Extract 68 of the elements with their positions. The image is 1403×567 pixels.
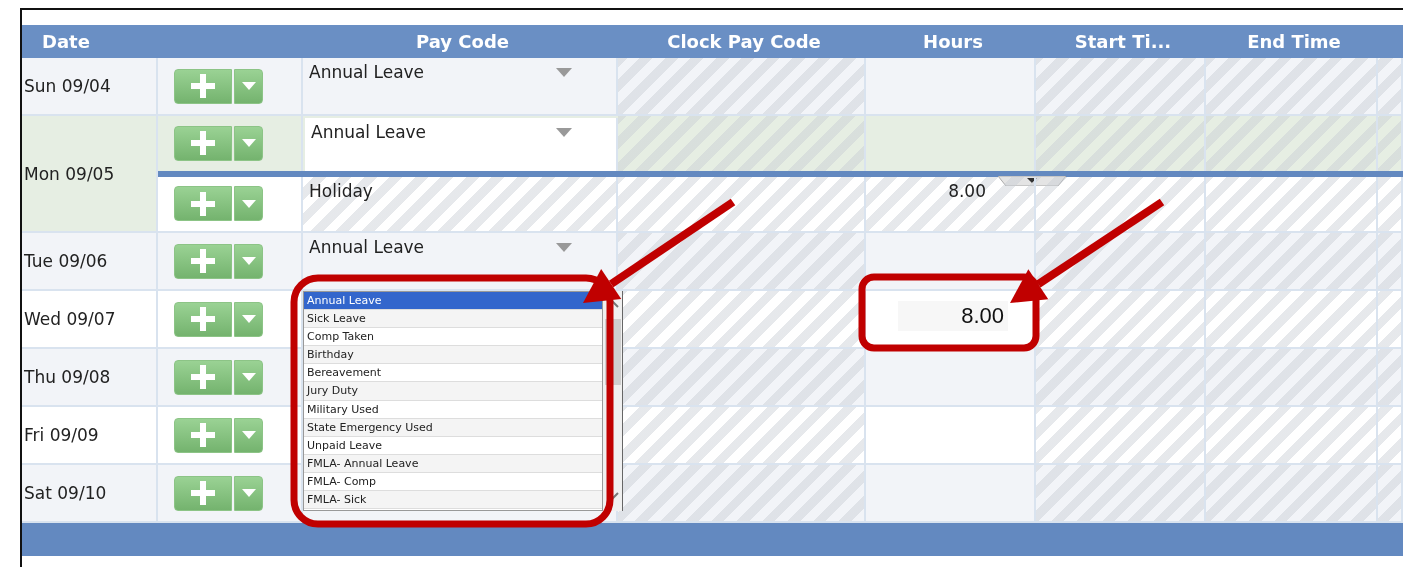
column-header: Pay Code — [415, 30, 510, 54]
table-cell: 8.00 — [866, 176, 1036, 231]
caret-icon — [241, 315, 256, 323]
plus-icon — [191, 131, 215, 156]
caret-icon — [241, 257, 256, 265]
caret-icon — [241, 373, 256, 381]
menu-button[interactable] — [234, 301, 263, 337]
table-cell — [1378, 58, 1403, 114]
column-header: Start Ti... — [1073, 30, 1173, 54]
dropdown-option[interactable]: Jury Duty — [304, 382, 602, 401]
menu-button[interactable] — [234, 417, 263, 453]
date-cell: Fri 09/09 — [22, 407, 158, 463]
date-cell: Thu 09/08 — [22, 349, 158, 405]
add-button[interactable] — [174, 475, 232, 511]
hours-input[interactable]: 8.00 — [898, 301, 1008, 331]
dropdown-option[interactable]: Annual Leave — [304, 292, 602, 311]
caret-icon — [556, 128, 572, 137]
menu-button[interactable] — [234, 186, 263, 222]
table-cell — [1378, 176, 1403, 231]
plus-icon — [191, 365, 215, 389]
add-button[interactable] — [174, 125, 232, 161]
add-button[interactable] — [174, 243, 232, 279]
table-cell — [1378, 116, 1403, 171]
table-cell — [1378, 407, 1403, 463]
plus-icon — [191, 74, 215, 98]
pay-code-select[interactable]: Annual Leave — [305, 118, 618, 171]
column-header: Clock Pay Code — [666, 30, 822, 54]
caret-icon — [556, 243, 572, 252]
add-button[interactable] — [174, 301, 232, 337]
menu-button[interactable] — [234, 125, 263, 161]
pay-code-select[interactable]: Annual Leave — [303, 58, 618, 114]
caret-icon — [241, 82, 256, 90]
date-cell: Wed 09/07 — [22, 291, 158, 347]
caret-icon — [241, 431, 256, 439]
dropdown-option[interactable]: Birthday — [304, 346, 602, 365]
column-header: Hours — [922, 30, 984, 54]
plus-icon — [191, 423, 215, 447]
caret-icon — [556, 68, 572, 77]
date-cell: Sun 09/04 — [22, 58, 158, 114]
column-header: End Time — [1246, 30, 1342, 54]
date-cell: Tue 09/06 — [22, 233, 158, 289]
plus-icon — [191, 249, 215, 273]
menu-button[interactable] — [234, 475, 263, 511]
column-header: Date — [41, 30, 91, 54]
expand-handle[interactable] — [998, 175, 1066, 186]
table-cell — [1378, 291, 1403, 347]
plus-icon — [191, 481, 215, 505]
menu-button[interactable] — [234, 359, 263, 395]
table-cell — [1378, 349, 1403, 405]
table-cell — [1378, 233, 1403, 289]
dropdown-option[interactable]: FMLA- Sick — [304, 491, 602, 510]
add-button[interactable] — [174, 417, 232, 453]
dropdown-option[interactable]: Sick Leave — [304, 310, 602, 329]
date-cell: Sat 09/10 — [22, 465, 158, 521]
add-button[interactable] — [174, 68, 232, 104]
caret-icon — [241, 489, 256, 497]
add-button[interactable] — [174, 186, 232, 222]
plus-icon — [191, 307, 215, 331]
table-cell — [1378, 465, 1403, 521]
table-cell: Holiday — [303, 176, 618, 231]
dropdown-option[interactable]: Military Used — [304, 400, 602, 419]
plus-icon — [191, 191, 215, 216]
caret-icon — [241, 199, 256, 208]
add-button[interactable] — [174, 359, 232, 395]
caret-icon — [241, 139, 256, 148]
dropdown-option[interactable]: Unpaid Leave — [304, 436, 602, 455]
menu-button[interactable] — [234, 68, 263, 104]
menu-button[interactable] — [234, 243, 263, 279]
